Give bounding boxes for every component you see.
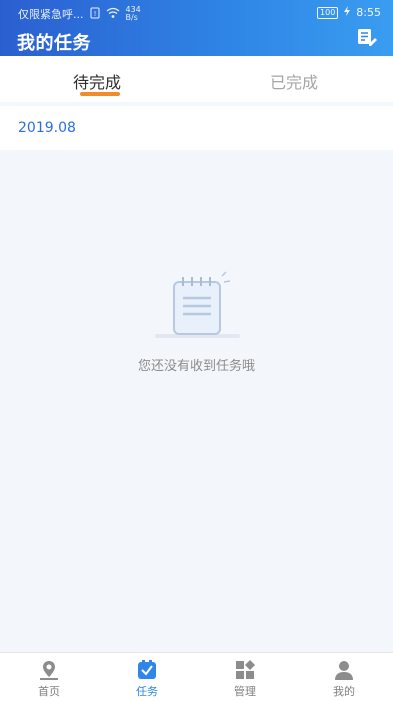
grid-manage-icon: [234, 659, 256, 681]
svg-text:!: !: [93, 10, 96, 18]
map-pin-icon: [38, 659, 60, 681]
sim-icon: !: [90, 7, 100, 22]
date-filter[interactable]: 2019.08: [18, 120, 76, 136]
tab-indicator: [80, 92, 120, 96]
page-title: 我的任务: [17, 33, 91, 54]
nav-manage[interactable]: 管理: [215, 659, 275, 699]
carrier-text: 仅限紧急呼...: [18, 8, 84, 21]
task-tabs: 待完成 已完成: [0, 56, 393, 102]
nav-home-label: 首页: [38, 685, 60, 698]
bottom-nav: 首页 任务 管理 我的: [0, 652, 393, 701]
nav-mine[interactable]: 我的: [314, 659, 374, 699]
nav-home[interactable]: 首页: [19, 659, 79, 699]
net-speed: 434 B/s: [125, 5, 141, 22]
task-check-icon: [136, 659, 158, 681]
app-header: 仅限紧急呼... ! 434 B/s 100 8:55 我的任务: [0, 0, 393, 56]
battery-icon: 100: [317, 6, 339, 19]
tab-pending[interactable]: 待完成: [73, 69, 121, 93]
nav-tasks[interactable]: 任务: [117, 659, 177, 699]
status-right: 100 8:55: [317, 6, 381, 19]
edit-note-icon[interactable]: [357, 27, 377, 47]
status-bar: 仅限紧急呼... ! 434 B/s 100 8:55: [0, 0, 393, 24]
status-left: 仅限紧急呼... ! 434 B/s: [18, 6, 144, 22]
charging-icon: [344, 6, 351, 19]
empty-message: 您还没有收到任务哦: [137, 359, 255, 374]
battery-level: 100: [320, 8, 336, 17]
user-icon: [333, 659, 355, 681]
date-filter-bar[interactable]: 2019.08: [0, 106, 393, 150]
empty-notepad-icon: [155, 271, 240, 338]
wifi-icon: [106, 7, 120, 22]
tab-completed[interactable]: 已完成: [270, 69, 318, 93]
nav-mine-label: 我的: [333, 685, 355, 698]
clock-text: 8:55: [356, 6, 381, 19]
empty-state: 您还没有收到任务哦: [0, 270, 393, 390]
nav-tasks-label: 任务: [136, 685, 158, 698]
nav-manage-label: 管理: [234, 685, 256, 698]
